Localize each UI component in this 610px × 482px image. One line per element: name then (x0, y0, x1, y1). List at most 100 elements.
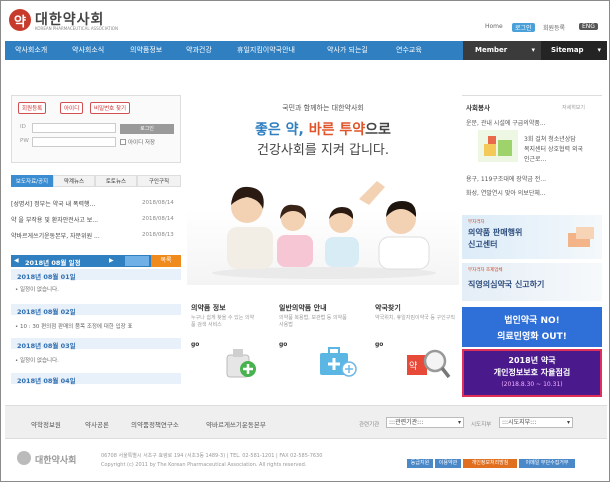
calendar-date: 2018년 08월 03일 (17, 342, 76, 350)
banner-line: 개인정보보호 자율점검 (493, 368, 571, 377)
nav-item-drug-info[interactable]: 의약품정보 (130, 41, 162, 60)
social-service-item[interactable]: 용구, 119구조대에 장약금 전... (466, 174, 600, 183)
join-button[interactable]: 회원등록 (18, 102, 47, 114)
privacy-check-banner[interactable]: 2018년 약국 개인정보보호 자율점검 (2018.8.30 ~ 10.31) (462, 349, 602, 397)
save-id-label: 아이디 저장 (128, 140, 156, 146)
news-item[interactable]: 약 을 부작용 및 환자안전사고 보... (11, 215, 133, 224)
login-button[interactable]: 로그인 (120, 124, 174, 134)
chevron-down-icon: ▾ (597, 46, 601, 54)
social-service-box: 사회봉사 자세히보기 운문, 관내 시설에 구급의약품... 3회 걸쳐 청소년… (462, 95, 602, 203)
footer-address: 06708 서울특별시 서초구 효령로 194 (서초3동 1489-3) | … (101, 453, 323, 459)
save-id-checkbox[interactable] (120, 139, 126, 145)
hero-headline: 좋은 약, 바른 투약으로 (187, 119, 459, 139)
tab-pharmacy-news[interactable]: 약계뉴스 (53, 175, 95, 187)
banner-line: 법인약국 NO! (504, 316, 560, 326)
find-password-button[interactable]: 비밀번호 찾기 (90, 102, 131, 114)
tile-go-link[interactable]: go (279, 341, 287, 348)
util-home-link[interactable]: Home (485, 23, 503, 30)
calendar-title: 2018년 08월 일정 (25, 259, 81, 267)
nav-item-intro[interactable]: 약사회소개 (15, 41, 47, 60)
calendar-list-button[interactable]: 목록 (151, 255, 181, 267)
hero-subline: 건강사회를 지켜 갑니다. (257, 143, 389, 158)
prev-month-icon[interactable]: ◀ (14, 257, 19, 264)
tab-recruit[interactable]: 구인구직 (137, 175, 181, 187)
social-service-item[interactable]: 3회 걸쳐 청소년상담 (524, 134, 576, 143)
related-orgs-select[interactable]: :::관련기관::: ▾ (386, 417, 464, 428)
footer-link[interactable]: 약학정보원 (31, 419, 61, 429)
footer-button[interactable]: 이메일 무단수집거부 (519, 459, 575, 468)
banner-line: 의료민영화 OUT! (497, 332, 567, 342)
banner-eyebrow: 무자격자 (468, 220, 485, 225)
banner-line: 직영의심약국 신고하기 (468, 280, 545, 289)
calendar-date: 2018년 08월 01일 (17, 273, 76, 281)
news-item[interactable]: 약바르게쓰기운동본부, 자문위원 ... (11, 231, 133, 240)
nav-sitemap[interactable]: Sitemap ▾ (541, 41, 607, 60)
calendar-item[interactable]: • 10 : 30 편의점 판매의 품목 조정에 대한 입장 표 (15, 322, 181, 330)
banner-eyebrow: 무자격자 조제업체 (468, 268, 503, 273)
footer-link[interactable]: 약사공론 (85, 419, 109, 429)
corporate-pharmacy-banner[interactable]: 법인약국 NO! 의료민영화 OUT! (462, 307, 602, 347)
nav-item-become-pharmacist[interactable]: 약사가 되는길 (327, 41, 368, 60)
nav-item-news[interactable]: 약사회소식 (72, 41, 104, 60)
donation-photo (478, 130, 518, 162)
hero-headline-part: 바른 투약 (308, 122, 366, 138)
util-join-link[interactable]: 회원등록 (543, 23, 565, 32)
family-photo (212, 181, 436, 279)
calendar-date: 2018년 08월 04일 (17, 377, 76, 385)
main-nav: 약사회소개 약사회소식 의약품정보 약과건강 휴일지킴이약국안내 약사가 되는길… (5, 41, 607, 60)
news-item[interactable]: [성명서] 정부는 약국 내 폭력행... (11, 199, 133, 208)
tile-go-link[interactable]: go (191, 341, 199, 348)
id-label: ID (20, 124, 26, 130)
util-eng-link[interactable]: ENG (579, 23, 598, 30)
social-service-item[interactable]: 복지센터 상호협력 외국 (524, 144, 583, 153)
branch-select[interactable]: :::시도지부::: ▾ (499, 417, 573, 428)
footer-button[interactable]: 이용약관 (435, 459, 461, 468)
chevron-down-icon: ▾ (566, 419, 570, 426)
footer-button[interactable]: 등급지원 (407, 459, 433, 468)
social-service-more[interactable]: 자세히보기 (562, 104, 585, 111)
calendar-header: ◀ 2018년 08월 일정 ▶ 목록 (11, 255, 181, 267)
pharmacy-search-icon: 약 (407, 349, 451, 379)
nav-item-holiday-pharmacy[interactable]: 휴일지킴이약국안내 (237, 41, 295, 60)
related-orgs-value: :::관련기관::: (389, 419, 424, 426)
tile-title[interactable]: 의약품 정보 (191, 303, 226, 313)
illegal-sale-report-banner[interactable]: 무자격자 의약품 판매행위 신고센터 (462, 215, 602, 259)
banner-line: 신고센터 (468, 240, 498, 249)
calendar-view-toggle[interactable] (125, 256, 149, 266)
nav-item-education[interactable]: 연수교육 (396, 41, 422, 60)
svg-text:약: 약 (409, 360, 417, 372)
logo-subtitle: KOREAN PHARMACEUTICAL ASSOCIATION (35, 26, 118, 31)
util-login-link[interactable]: 로그인 (512, 23, 535, 32)
id-field[interactable] (32, 123, 116, 133)
footer-button[interactable]: 개인정보처리방침 (463, 459, 517, 468)
calendar-date: 2018년 08월 02일 (17, 308, 76, 316)
tab-toto-news[interactable]: 토토뉴스 (95, 175, 137, 187)
password-field[interactable] (32, 137, 116, 147)
footer-logo-icon (17, 451, 31, 465)
news-date: 2018/08/13 (142, 232, 174, 238)
social-service-item[interactable]: 인근로... (524, 154, 546, 163)
tile-desc: 누구나 쉽게 찾을 수 있는 의약품 검색 서비스 (191, 315, 255, 328)
hero-headline-part: 좋은 약, (255, 122, 304, 138)
social-service-item[interactable]: 화성, 연말연시 맞아 의보단체... (466, 188, 600, 197)
medicine-box-icon (568, 227, 594, 247)
tile-title[interactable]: 약국찾기 (375, 303, 401, 313)
page-frame: 약 대한약사회 KOREAN PHARMACEUTICAL ASSOCIATIO… (0, 0, 610, 482)
footer-copyright: Copyright (c) 2011 by The Korean Pharmac… (101, 462, 307, 468)
tile-go-link[interactable]: go (375, 341, 383, 348)
fake-pharmacy-report-banner[interactable]: 무자격자 조제업체 직영의심약국 신고하기 (462, 263, 602, 301)
branch-value: :::시도지부::: (502, 419, 537, 426)
logo-mark[interactable]: 약 (9, 9, 31, 31)
footer-link[interactable]: 약바르게쓰기운동본부 (206, 419, 266, 429)
footer-link[interactable]: 의약품정책연구소 (131, 419, 179, 429)
tile-title[interactable]: 일반의약품 안내 (279, 303, 327, 313)
nav-member[interactable]: Member ▾ (463, 41, 541, 60)
chevron-down-icon: ▾ (531, 46, 535, 54)
find-id-button[interactable]: 아이디 (60, 102, 84, 114)
social-service-item[interactable]: 운문, 관내 시설에 구급의약품... (466, 118, 600, 127)
tile-desc: 의약품 복용법, 보관법 등 의약품 사용법 (279, 315, 347, 328)
nav-item-health[interactable]: 약과건강 (186, 41, 212, 60)
next-month-icon[interactable]: ▶ (109, 257, 114, 264)
calendar-item: • 일정이 없습니다. (15, 287, 59, 293)
tab-press-release[interactable]: 보도자료/공지 (11, 175, 53, 187)
